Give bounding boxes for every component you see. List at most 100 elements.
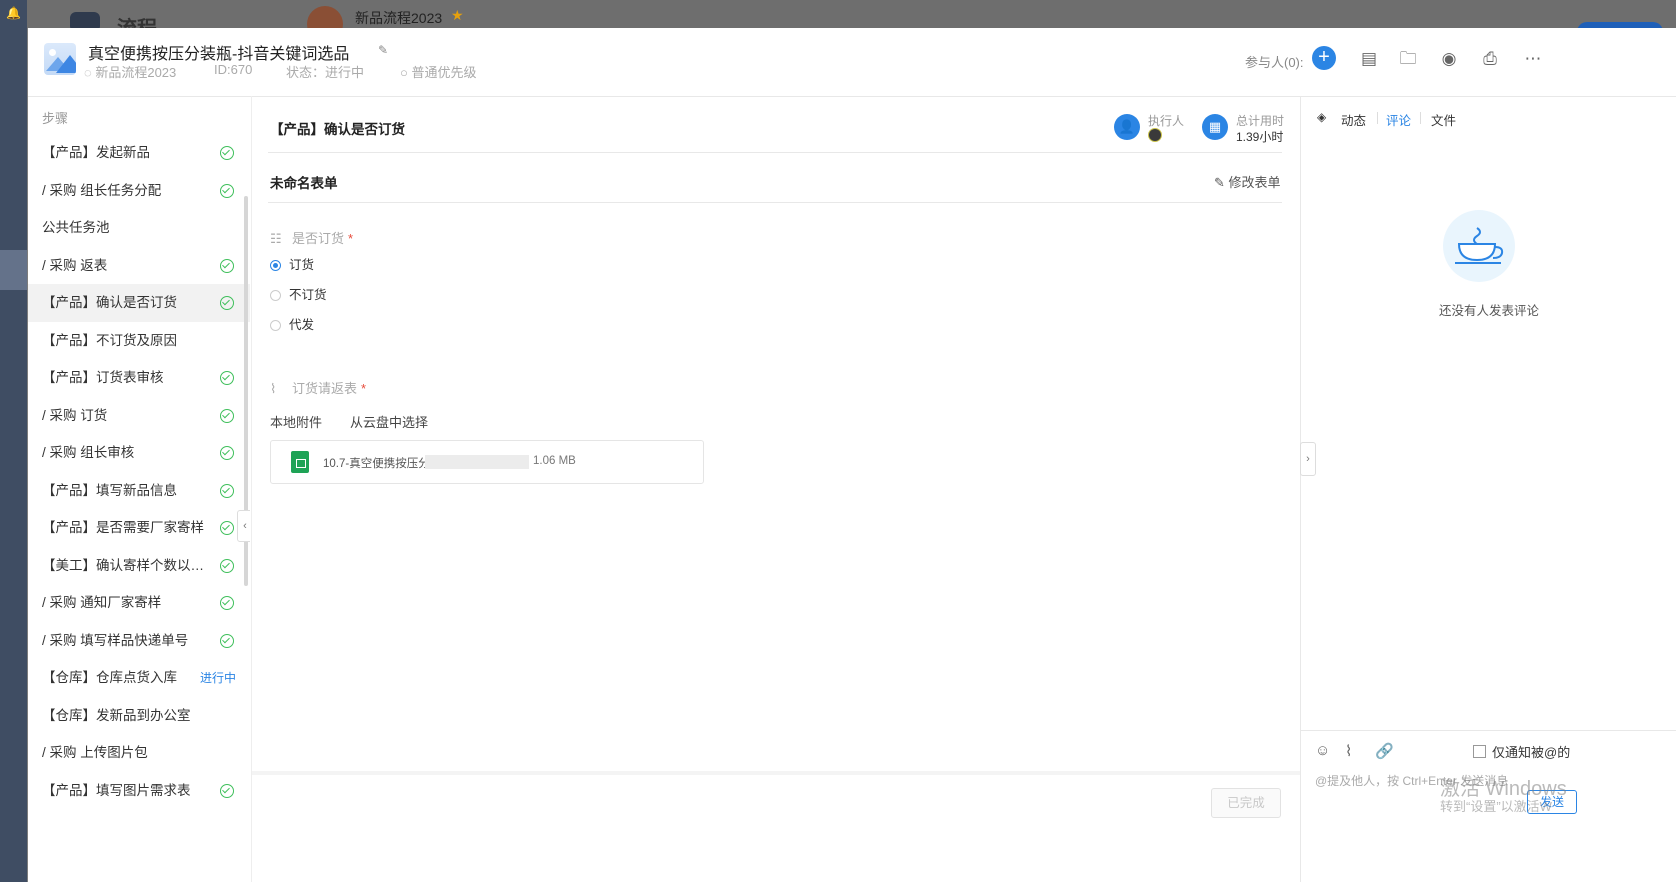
background-process-name: 新品流程2023 xyxy=(355,10,443,26)
tab-activity[interactable]: 动态 xyxy=(1341,110,1366,129)
step-item[interactable]: 【产品】不订货及原因 xyxy=(28,322,250,360)
step-item[interactable]: 公共任务池 xyxy=(28,209,250,247)
form-name: 未命名表单 xyxy=(270,176,338,191)
step-item[interactable]: / 采购 组长任务分配 xyxy=(28,172,250,210)
task-id: ID:670 xyxy=(214,62,253,77)
step-item[interactable]: 【产品】填写图片需求表 xyxy=(28,772,250,810)
step-item[interactable]: 【产品】发起新品 xyxy=(28,134,250,172)
tab-files[interactable]: 文件 xyxy=(1431,110,1456,129)
form-icon[interactable]: ▤ xyxy=(1358,48,1380,70)
step-item[interactable]: / 采购 填写样品快递单号 xyxy=(28,622,250,660)
steps-sidebar: 步骤 【产品】发起新品 / 采购 组长任务分配公共任务池 / 采购 返表【产品】确认… xyxy=(28,96,250,882)
step-label: 【产品】发起新品 xyxy=(42,145,150,160)
step-item[interactable]: / 采购 上传图片包 xyxy=(28,734,250,772)
done-button[interactable]: 已完成 xyxy=(1211,788,1281,818)
list-icon: ☷ xyxy=(270,231,282,246)
check-circle-icon xyxy=(220,483,234,498)
divider xyxy=(268,152,1282,153)
folder-icon[interactable]: 🗀 xyxy=(1397,48,1419,70)
step-label: 公共任务池 xyxy=(42,220,110,235)
step-label: / 采购 上传图片包 xyxy=(42,745,148,760)
step-item[interactable]: / 采购 订货 xyxy=(28,397,250,435)
input-divider xyxy=(1301,730,1676,731)
edit-icon[interactable]: ✎ xyxy=(378,43,388,57)
modify-form-button[interactable]: ✎ 修改表单 xyxy=(1214,172,1281,191)
step-item[interactable]: 【产品】填写新品信息 xyxy=(28,472,250,510)
windows-watermark-sub: 转到“设置”以激活W xyxy=(1440,799,1552,814)
step-label: 【仓库】仓库点货入库 xyxy=(42,670,177,685)
check-circle-icon xyxy=(220,446,234,460)
check-circle-icon xyxy=(220,596,234,610)
check-circle-icon xyxy=(220,633,234,648)
background-sidebar: 🔔 xyxy=(0,0,27,882)
checkbox-box[interactable] xyxy=(1473,745,1486,758)
step-item[interactable]: / 采购 组长审核 xyxy=(28,434,250,472)
collapse-left-button[interactable]: ‹ xyxy=(237,510,250,542)
task-title: 【产品】确认是否订货 xyxy=(270,122,405,137)
step-item[interactable]: / 采购 通知厂家寄样 xyxy=(28,584,250,622)
image-icon xyxy=(44,43,76,75)
coffee-cup-icon xyxy=(1443,210,1515,282)
user-icon: 👤 xyxy=(1114,114,1140,140)
step-item[interactable]: 【产品】确认是否订货 xyxy=(28,284,250,322)
executor-label: 执行人 xyxy=(1148,114,1185,128)
step-label: 【美工】确认寄样个数以及图片需求 xyxy=(42,557,217,573)
file-size: 1.06 MB xyxy=(533,455,576,467)
add-participant-button[interactable]: + xyxy=(1312,46,1336,70)
radio-order[interactable]: 订货 xyxy=(270,254,314,273)
process-name[interactable]: ◌ 新品流程2023 xyxy=(84,62,176,81)
check-circle-icon xyxy=(220,408,234,423)
step-item[interactable]: 【美工】确认寄样个数以及图片需求 xyxy=(28,547,250,585)
check-circle-icon xyxy=(220,521,234,535)
step-label: 【产品】确认是否订货 xyxy=(42,295,177,310)
step-item[interactable]: 【产品】订货表审核 xyxy=(28,359,250,397)
check-circle-icon xyxy=(220,258,234,273)
step-label: / 采购 订货 xyxy=(42,407,108,423)
check-circle-icon xyxy=(220,783,234,798)
executor-avatar xyxy=(1148,128,1162,142)
check-circle-icon xyxy=(220,146,234,160)
user-circle-icon[interactable]: ◉ xyxy=(1438,48,1460,70)
footer-divider xyxy=(252,771,1301,775)
step-item[interactable]: 【仓库】发新品到办公室 xyxy=(28,697,250,735)
check-circle-icon xyxy=(220,183,234,198)
link-icon[interactable]: 🔗 xyxy=(1375,742,1394,760)
background-sidebar-highlight xyxy=(0,250,27,290)
divider xyxy=(268,202,1282,203)
comment-panel: › ◈ 动态 评论 文件 还没有人发表评论 ☺ ⌇ 🔗 仅通知被@的 @提及他人… xyxy=(1300,96,1676,882)
task-modal: 真空便携按压分装瓶-抖音关键词选品 ✎ ◌ 新品流程2023 ID:670 状态… xyxy=(28,28,1676,882)
status-text: 状态：进行中 xyxy=(286,65,365,80)
priority[interactable]: ○ 普通优先级 xyxy=(400,62,476,81)
layers-icon: ◈ xyxy=(1317,110,1327,124)
steps-heading: 步骤 xyxy=(42,111,69,126)
step-label: 【产品】不订货及原因 xyxy=(42,332,177,348)
step-label: 【产品】是否需要厂家寄样 xyxy=(42,520,204,535)
emoji-icon[interactable]: ☺ xyxy=(1315,742,1330,759)
pencil-icon: ✎ xyxy=(1214,175,1229,190)
check-circle-icon xyxy=(220,371,234,385)
paperclip-icon: ⌇ xyxy=(270,381,277,396)
calendar-icon: ▦ xyxy=(1202,114,1228,140)
step-label: 【产品】填写图片需求表 xyxy=(42,782,191,798)
attachment-file[interactable]: 10.7-真空便携按压分 1.06 MB xyxy=(270,440,704,484)
step-item[interactable]: 【产品】是否需要厂家寄样 xyxy=(28,509,250,547)
tab-comments[interactable]: 评论 xyxy=(1386,110,1411,129)
step-item[interactable]: / 采购 返表 xyxy=(28,247,250,285)
attachment-label: ⌇ 订货请返表 * xyxy=(270,381,367,396)
step-label: 【仓库】发新品到办公室 xyxy=(42,707,191,723)
step-label: / 采购 通知厂家寄样 xyxy=(42,595,162,610)
check-circle-icon xyxy=(220,296,234,310)
expand-right-button[interactable]: › xyxy=(1300,442,1316,476)
local-attachment-button[interactable]: 本地附件 xyxy=(270,412,322,431)
only-notify-checkbox[interactable]: 仅通知被@的 xyxy=(1473,742,1570,761)
print-icon[interactable]: ⎙ xyxy=(1479,48,1501,70)
bell-icon: 🔔 xyxy=(6,6,21,20)
more-icon[interactable]: ⋯ xyxy=(1522,48,1544,70)
radio-no-order[interactable]: 不订货 xyxy=(270,284,327,303)
step-item[interactable]: 【仓库】仓库点货入库 进行中 xyxy=(28,659,250,697)
radio-dropship[interactable]: 代发 xyxy=(270,314,314,333)
modal-header: 真空便携按压分装瓶-抖音关键词选品 ✎ ◌ 新品流程2023 ID:670 状态… xyxy=(28,28,1676,97)
attachment-icon[interactable]: ⌇ xyxy=(1345,742,1352,760)
cloud-attachment-button[interactable]: 从云盘中选择 xyxy=(350,412,428,431)
check-circle-icon xyxy=(220,558,234,573)
